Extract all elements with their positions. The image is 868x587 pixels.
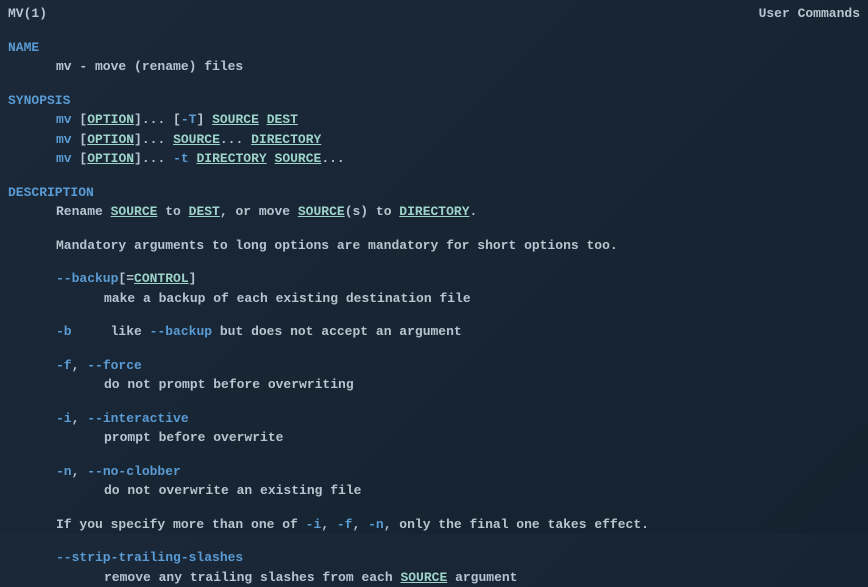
text: like	[111, 324, 150, 339]
text: , or move	[220, 204, 298, 219]
cmd: mv	[56, 112, 72, 127]
flag-f: -f	[56, 358, 72, 373]
option-flag-line: -n, --no-clobber	[8, 462, 860, 482]
var-directory: DIRECTORY	[196, 151, 266, 166]
var-control: CONTROL	[134, 271, 189, 286]
bracket: ]...	[134, 132, 173, 147]
option-flag-line: -i, --interactive	[8, 409, 860, 429]
var-option: OPTION	[87, 132, 134, 147]
flag-i-ref: -i	[306, 517, 322, 532]
sep: ,	[72, 464, 88, 479]
option-desc: prompt before overwrite	[8, 428, 860, 448]
description-para-2: Mandatory arguments to long options are …	[8, 236, 860, 256]
flag-backup: --backup	[56, 271, 118, 286]
sep: ,	[352, 517, 368, 532]
var-source: SOURCE	[111, 204, 158, 219]
flag-t-lower: -t	[173, 151, 189, 166]
synopsis-line-3: mv [OPTION]... -t DIRECTORY SOURCE...	[8, 149, 860, 169]
cmd: mv	[56, 151, 72, 166]
option-desc: do not prompt before overwriting	[8, 375, 860, 395]
text: to	[157, 204, 188, 219]
var-source: SOURCE	[400, 570, 447, 585]
manpage-header: MV(1) User Commands	[8, 4, 860, 24]
var-source: SOURCE	[212, 112, 259, 127]
flag-interactive: --interactive	[87, 411, 188, 426]
var-dest: DEST	[267, 112, 298, 127]
name-heading: NAME	[8, 38, 860, 58]
option-strip-trailing-slashes: --strip-trailing-slashes remove any trai…	[8, 548, 860, 587]
text: Rename	[56, 204, 111, 219]
flag-t-upper: -T	[181, 112, 197, 127]
spacer	[72, 324, 111, 339]
section-name: NAME mv - move (rename) files	[8, 38, 860, 77]
option-desc: do not overwrite an existing file	[8, 481, 860, 501]
bracket: ]...	[134, 151, 173, 166]
section-synopsis: SYNOPSIS mv [OPTION]... [-T] SOURCE DEST…	[8, 91, 860, 169]
bracket: [=	[118, 271, 134, 286]
synopsis-line-1: mv [OPTION]... [-T] SOURCE DEST	[8, 110, 860, 130]
bracket: ]	[196, 112, 212, 127]
text: ...	[220, 132, 251, 147]
cmd: mv	[56, 132, 72, 147]
flag-n-ref: -n	[368, 517, 384, 532]
option-backup: --backup[=CONTROL] make a backup of each…	[8, 269, 860, 308]
var-source: SOURCE	[173, 132, 220, 147]
text: If you specify more than one of	[56, 517, 306, 532]
text: remove any trailing slashes from each	[104, 570, 400, 585]
description-para-1: Rename SOURCE to DEST, or move SOURCE(s)…	[8, 202, 860, 222]
var-option: OPTION	[87, 112, 134, 127]
option-force: -f, --force do not prompt before overwri…	[8, 356, 860, 395]
description-note: If you specify more than one of -i, -f , …	[8, 515, 860, 535]
flag-force: --force	[87, 358, 142, 373]
sep: ,	[72, 358, 88, 373]
synopsis-heading: SYNOPSIS	[8, 91, 860, 111]
description-heading: DESCRIPTION	[8, 183, 860, 203]
flag-strip-trailing-slashes: --strip-trailing-slashes	[56, 550, 243, 565]
flag-backup-ref: --backup	[150, 324, 212, 339]
text: .	[470, 204, 478, 219]
flag-b: -b	[56, 324, 72, 339]
option-desc: remove any trailing slashes from each SO…	[8, 568, 860, 587]
text: ...	[321, 151, 344, 166]
sep: ,	[321, 517, 337, 532]
header-left: MV(1)	[8, 4, 47, 24]
var-option: OPTION	[87, 151, 134, 166]
option-flag-line: -f, --force	[8, 356, 860, 376]
bracket: ]... [	[134, 112, 181, 127]
var-source: SOURCE	[298, 204, 345, 219]
option-no-clobber: -n, --no-clobber do not overwrite an exi…	[8, 462, 860, 501]
section-description: DESCRIPTION Rename SOURCE to DEST, or mo…	[8, 183, 860, 587]
sep: ,	[72, 411, 88, 426]
var-source: SOURCE	[275, 151, 322, 166]
synopsis-line-2: mv [OPTION]... SOURCE... DIRECTORY	[8, 130, 860, 150]
var-directory: DIRECTORY	[399, 204, 469, 219]
text: but does not accept an argument	[212, 324, 462, 339]
flag-n: -n	[56, 464, 72, 479]
text: (s) to	[345, 204, 400, 219]
text: argument	[447, 570, 517, 585]
flag-f-ref: -f	[337, 517, 353, 532]
space	[259, 112, 267, 127]
option-flag-line: --strip-trailing-slashes	[8, 548, 860, 568]
space	[267, 151, 275, 166]
var-directory: DIRECTORY	[251, 132, 321, 147]
option-flag-line: --backup[=CONTROL]	[8, 269, 860, 289]
bracket: ]	[189, 271, 197, 286]
text: , only the final one takes effect.	[384, 517, 649, 532]
option-interactive: -i, --interactive prompt before overwrit…	[8, 409, 860, 448]
flag-i: -i	[56, 411, 72, 426]
option-desc: make a backup of each existing destinati…	[8, 289, 860, 309]
name-content: mv - move (rename) files	[8, 57, 860, 77]
flag-no-clobber: --no-clobber	[87, 464, 181, 479]
option-b: -b like --backup but does not accept an …	[8, 322, 860, 342]
header-right: User Commands	[759, 4, 860, 24]
var-dest: DEST	[189, 204, 220, 219]
